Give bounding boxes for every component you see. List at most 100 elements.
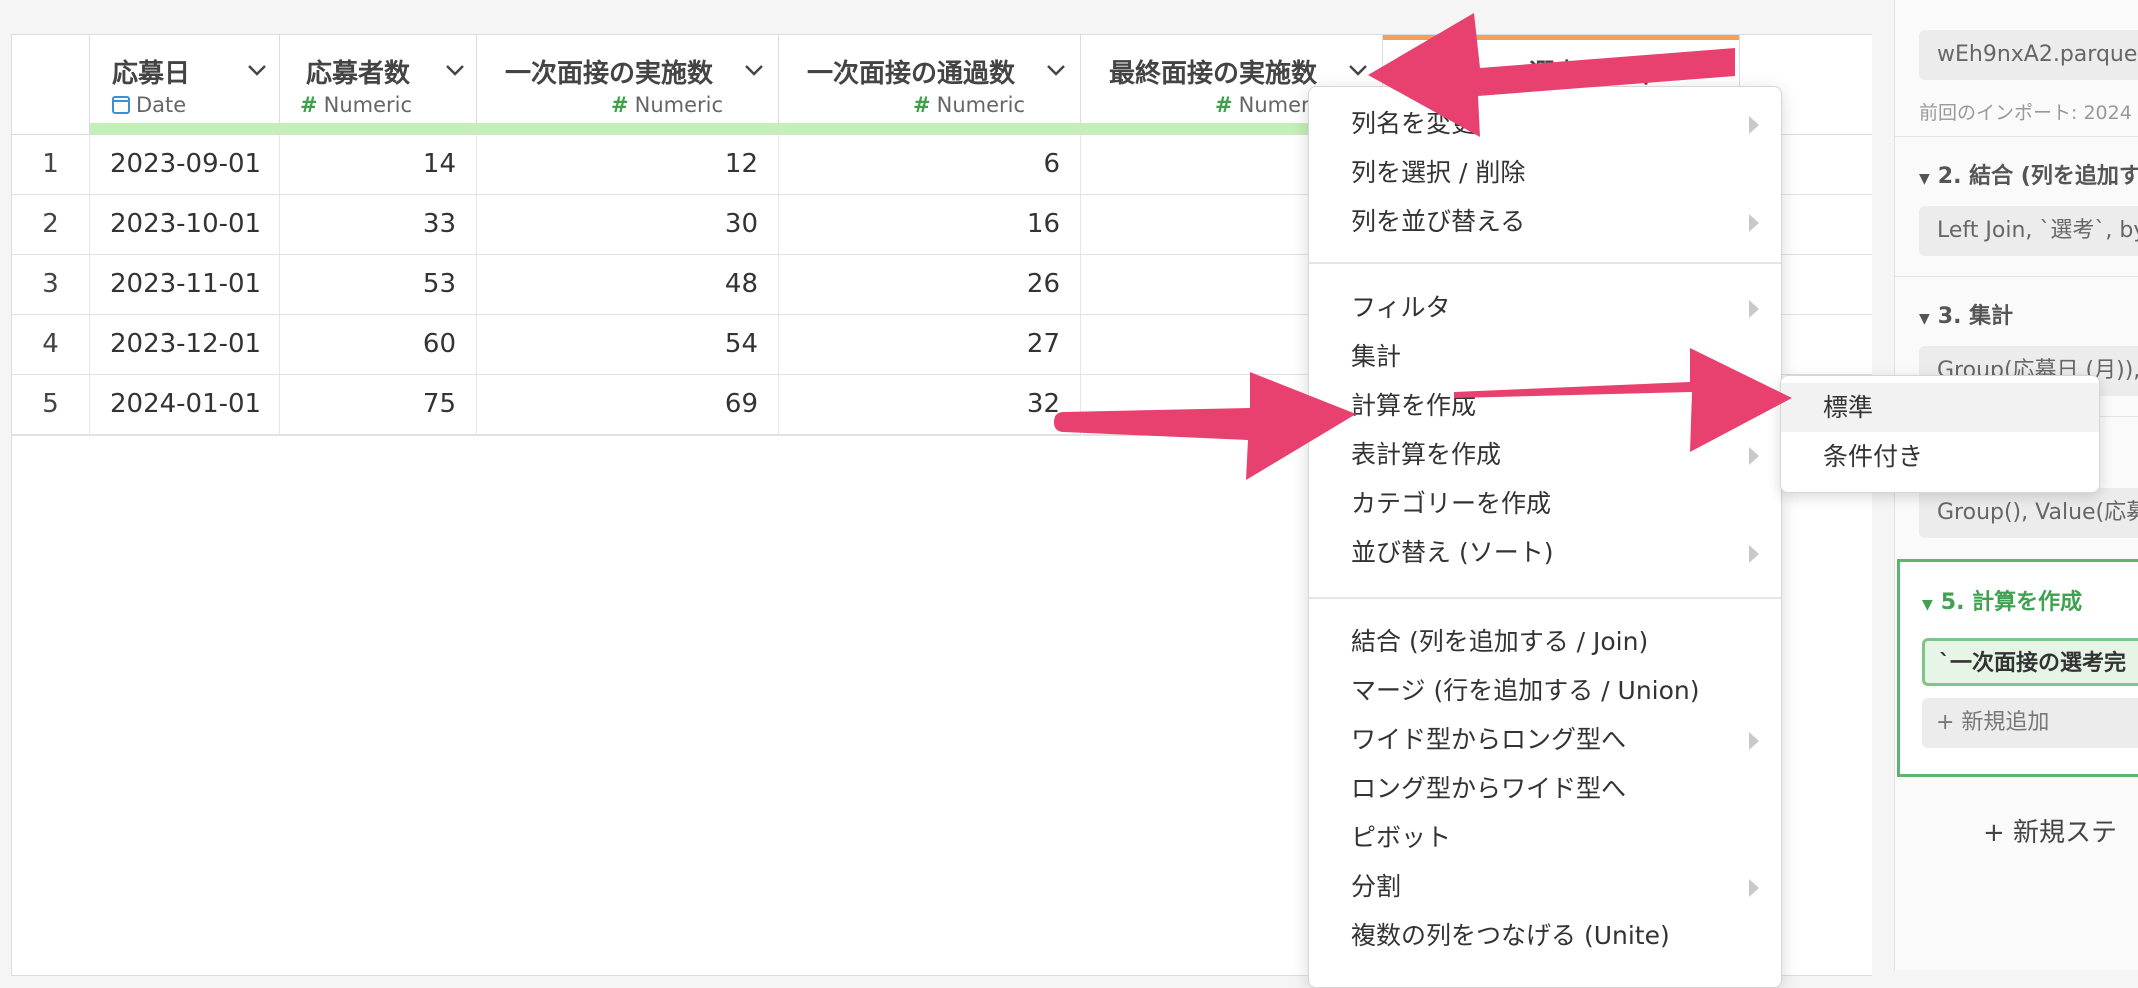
chevron-down-icon[interactable] [444,59,466,81]
column-header-first-interview-passed[interactable]: 一次面接の通過数 # Numeric [779,35,1081,134]
menu-item-sort[interactable]: 並び替え (ソート) [1351,528,1553,577]
new-step-button[interactable]: + 新規ステ [1983,812,2117,849]
cell-first-held[interactable]: 30 [477,195,779,254]
cell-first-held[interactable]: 54 [477,315,779,374]
chevron-down-icon[interactable] [1347,59,1369,81]
submenu-item-standard[interactable]: 標準 [1781,383,2099,432]
calendar-icon [112,96,130,114]
step-5-calculation-chip[interactable]: `一次面接の選考完 [1922,638,2138,686]
source-file-chip[interactable]: wEh9nxA2.parquet [1919,30,2138,80]
step-5-title[interactable]: ▼ 5. 計算を作成 [1922,584,2082,616]
column-type: # Numeric [913,93,1026,117]
menu-divider [1309,262,1781,264]
row-index: 3 [12,255,90,314]
numeric-hash-icon: # [300,93,318,117]
cell-first-passed[interactable]: 6 [779,135,1081,194]
menu-item-aggregate[interactable]: 集計 [1351,332,1401,381]
add-new-button[interactable]: + 新規追加 [1922,698,2138,748]
column-title: 最終面接の実施数 [1109,59,1318,89]
menu-item-union[interactable]: マージ (行を追加する / Union) [1351,666,1700,715]
column-header-first-interview-held[interactable]: 一次面接の実施数 # Numeric [477,35,779,134]
row-index: 2 [12,195,90,254]
column-quality-bar [280,123,476,134]
column-type: # Numeric [611,93,724,117]
step-3-title[interactable]: ▼ 3. 集計 [1919,298,2013,330]
chevron-down-icon[interactable] [246,59,268,81]
column-title: 一次面接の実施数 [505,59,714,89]
cell-date[interactable]: 2023-10-01 [90,195,280,254]
menu-item-filter[interactable]: フィルタ [1351,283,1451,332]
column-title: 応募日 [112,59,191,89]
menu-item-reorder-columns[interactable]: 列を並び替える [1351,197,1525,246]
divider [1895,276,2138,277]
row-index: 1 [12,135,90,194]
cell-applicants[interactable]: 60 [280,315,477,374]
numeric-hash-icon: # [611,93,629,117]
cell-applicants[interactable]: 75 [280,375,477,434]
last-import-text: 前回のインポート: 2024 [1919,102,2132,124]
cell-applicants[interactable]: 33 [280,195,477,254]
menu-item-pivot[interactable]: ピボット [1351,813,1451,862]
column-selected-bar [1383,35,1739,40]
menu-item-select-delete-column[interactable]: 列を選択 / 削除 [1351,148,1525,197]
column-quality-bar [779,123,1080,134]
triangle-down-icon: ▼ [1922,597,1933,613]
chevron-down-icon[interactable] [1703,59,1725,81]
column-context-menu: 列名を変更 列を選択 / 削除 列を並び替える フィルタ 集計 計算を作成 表計… [1308,86,1782,988]
cell-first-held[interactable]: 12 [477,135,779,194]
menu-item-create-table-calculation[interactable]: 表計算を作成 [1351,430,1501,479]
triangle-down-icon: ▼ [1919,171,1930,187]
cell-applicants[interactable]: 53 [280,255,477,314]
column-quality-bar [477,123,778,134]
chevron-right-icon [1749,214,1759,232]
column-type: Date [112,93,186,117]
chevron-down-icon[interactable] [1045,59,1067,81]
step-2-chip[interactable]: Left Join, `選考`, by [1919,206,2138,256]
numeric-hash-icon: # [913,93,931,117]
numeric-hash-icon: # [1215,93,1233,117]
row-index: 5 [12,375,90,434]
step-2-title[interactable]: ▼ 2. 結合 (列を追加す [1919,158,2138,190]
cell-first-passed[interactable]: 27 [779,315,1081,374]
chevron-right-icon [1749,732,1759,750]
menu-item-split[interactable]: 分割 [1351,862,1401,911]
cell-first-held[interactable]: 48 [477,255,779,314]
column-quality-bar [90,123,279,134]
cell-applicants[interactable]: 14 [280,135,477,194]
triangle-down-icon: ▼ [1919,311,1930,327]
menu-item-create-calculation[interactable]: 計算を作成 [1351,381,1476,430]
row-index-header [12,35,90,134]
cell-date[interactable]: 2023-12-01 [90,315,280,374]
column-title: 一次面接の通過数 [807,59,1016,89]
cell-date[interactable]: 2023-11-01 [90,255,280,314]
cell-date[interactable]: 2023-09-01 [90,135,280,194]
column-title: 応募者数 [306,59,411,89]
divider [1895,136,2138,137]
column-title: 〜選考完了率 [1503,59,1660,89]
cell-first-passed[interactable]: 26 [779,255,1081,314]
chevron-right-icon [1749,447,1759,465]
step-4-chip[interactable]: Group(), Value(応募 [1919,488,2138,538]
menu-item-unite[interactable]: 複数の列をつなげる (Unite) [1351,911,1670,960]
chevron-down-icon[interactable] [743,59,765,81]
menu-item-rename-column[interactable]: 列名を変更 [1351,99,1476,148]
column-type: # Numeric [300,93,413,117]
step-5-card: ▼ 5. 計算を作成 `一次面接の選考完 + 新規追加 [1897,559,2138,777]
chevron-right-icon [1749,545,1759,563]
row-index: 4 [12,315,90,374]
cell-first-passed[interactable]: 32 [779,375,1081,434]
menu-item-wide-to-long[interactable]: ワイド型からロング型へ [1351,715,1626,764]
column-header-applicants[interactable]: 応募者数 # Numeric [280,35,477,134]
menu-item-create-category[interactable]: カテゴリーを作成 [1351,479,1551,528]
chevron-right-icon [1749,879,1759,897]
submenu-item-conditional[interactable]: 条件付き [1781,432,2099,481]
cell-first-held[interactable]: 69 [477,375,779,434]
menu-item-long-to-wide[interactable]: ロング型からワイド型へ [1351,764,1626,813]
cell-date[interactable]: 2024-01-01 [90,375,280,434]
menu-item-join[interactable]: 結合 (列を追加する / Join) [1351,617,1648,666]
menu-divider [1309,597,1781,599]
cell-first-passed[interactable]: 16 [779,195,1081,254]
chevron-right-icon [1749,300,1759,318]
chevron-right-icon [1749,116,1759,134]
column-header-application-date[interactable]: 応募日 Date [90,35,280,134]
